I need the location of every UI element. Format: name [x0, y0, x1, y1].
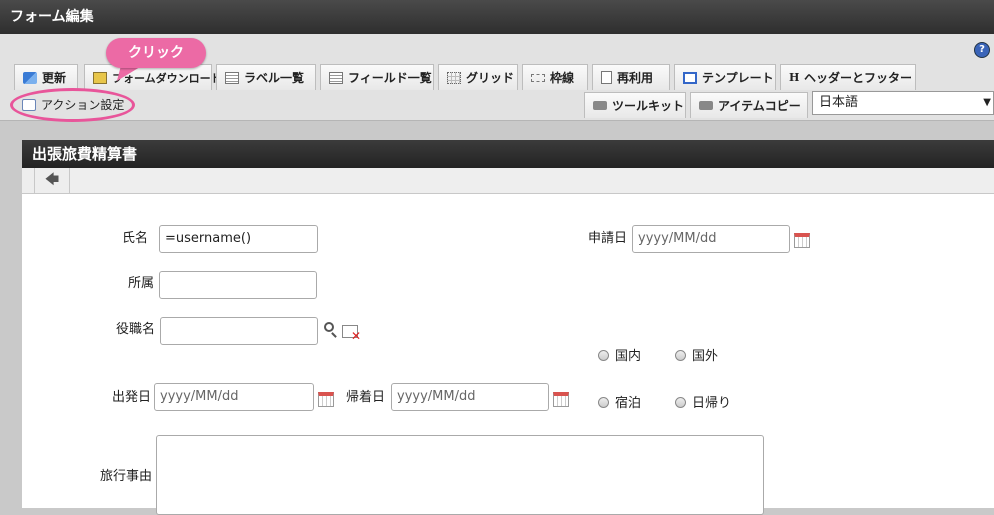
tab-header-footer-label: ヘッダーとフッター: [804, 71, 913, 85]
form-toolbar: 🡄: [22, 168, 994, 194]
tab-action-settings[interactable]: アクション設定: [14, 92, 132, 118]
position-label: 役職名: [116, 322, 156, 337]
chevron-down-icon: ▼: [983, 97, 991, 108]
tab-template-label: テンプレート: [702, 71, 774, 85]
list-icon: [329, 71, 343, 84]
form-canvas: 氏名 =username() 所属 役職名 ✕ 申請日 yyyy/MM/dd 国…: [22, 194, 994, 515]
tab-frame[interactable]: 枠線: [522, 64, 588, 90]
language-select[interactable]: 日本語 ▼: [812, 91, 994, 115]
apply-date-field[interactable]: yyyy/MM/dd: [632, 225, 790, 253]
frame-icon: [531, 73, 545, 82]
depart-date-field[interactable]: yyyy/MM/dd: [154, 383, 314, 411]
radio-button[interactable]: [598, 350, 609, 361]
calendar-icon[interactable]: [318, 392, 334, 407]
window-title: フォーム編集: [0, 0, 994, 34]
radio-domestic-label: 国内: [615, 349, 642, 364]
header-icon: H: [789, 70, 800, 84]
search-icon[interactable]: [324, 322, 334, 332]
back-arrow-icon[interactable]: 🡄: [34, 168, 70, 193]
name-field[interactable]: =username(): [159, 225, 318, 253]
radio-overnight[interactable]: 宿泊: [598, 392, 641, 411]
radio-domestic[interactable]: 国内: [598, 345, 641, 364]
reason-label: 旅行事由: [100, 469, 153, 484]
tab-field-list-label: フィールド一覧: [348, 71, 432, 85]
tab-grid[interactable]: グリッド: [438, 64, 518, 90]
radio-button[interactable]: [598, 397, 609, 408]
clear-icon[interactable]: ✕: [342, 325, 361, 342]
form-title: 出張旅費精算書: [22, 140, 994, 168]
tab-update[interactable]: 更新: [14, 64, 78, 90]
toolkit-icon: [593, 101, 607, 110]
tab-reuse[interactable]: 再利用: [592, 64, 670, 90]
return-date-field[interactable]: yyyy/MM/dd: [391, 383, 549, 411]
depart-date-label: 出発日: [112, 390, 152, 405]
tab-item-copy-label: アイテムコピー: [718, 99, 801, 113]
list-icon: [225, 71, 239, 84]
reason-textarea[interactable]: [156, 435, 764, 515]
tab-action-settings-label: アクション設定: [41, 98, 125, 112]
action-icon: [22, 98, 36, 111]
callout-bubble: クリック: [106, 38, 206, 68]
apply-date-label: 申請日: [588, 231, 628, 246]
tab-toolkit-label: ツールキット: [612, 99, 685, 113]
language-select-value: 日本語: [819, 95, 859, 110]
tab-label-list-label: ラベル一覧: [244, 71, 305, 85]
item-copy-icon: [699, 101, 713, 110]
department-field[interactable]: [159, 271, 317, 299]
radio-day-trip[interactable]: 日帰り: [675, 392, 731, 411]
return-date-label: 帰着日: [346, 390, 386, 405]
calendar-icon[interactable]: [553, 392, 569, 407]
department-label: 所属: [128, 276, 155, 291]
grid-icon: [447, 71, 461, 84]
radio-overseas-label: 国外: [692, 349, 719, 364]
name-label: 氏名: [122, 231, 149, 246]
help-icon[interactable]: ?: [974, 42, 990, 58]
radio-overnight-label: 宿泊: [615, 396, 642, 411]
download-icon: [93, 71, 107, 84]
reuse-icon: [601, 71, 612, 84]
tab-grid-label: グリッド: [466, 71, 515, 85]
position-field[interactable]: [160, 317, 318, 345]
tab-update-label: 更新: [42, 71, 67, 85]
tab-item-copy[interactable]: アイテムコピー: [690, 92, 808, 118]
tab-reuse-label: 再利用: [617, 71, 654, 85]
tab-frame-label: 枠線: [550, 71, 575, 85]
template-icon: [683, 71, 697, 84]
tab-label-list[interactable]: ラベル一覧: [216, 64, 316, 90]
tab-template[interactable]: テンプレート: [674, 64, 776, 90]
calendar-icon[interactable]: [794, 233, 810, 248]
tab-field-list[interactable]: フィールド一覧: [320, 64, 434, 90]
tab-toolkit[interactable]: ツールキット: [584, 92, 686, 118]
update-icon: [23, 71, 37, 84]
radio-button[interactable]: [675, 397, 686, 408]
radio-day-trip-label: 日帰り: [692, 396, 732, 411]
tab-header-footer[interactable]: H ヘッダーとフッター: [780, 64, 916, 90]
radio-button[interactable]: [675, 350, 686, 361]
radio-overseas[interactable]: 国外: [675, 345, 718, 364]
